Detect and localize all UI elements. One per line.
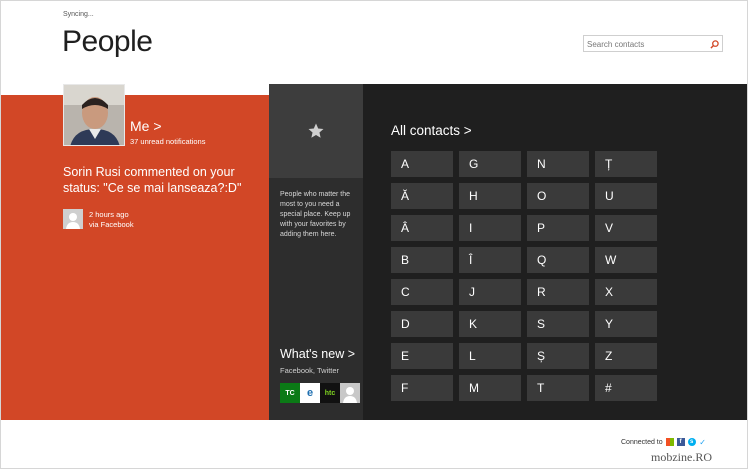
chevron-right-icon: > bbox=[347, 347, 356, 361]
alphabet-tile[interactable]: Ț bbox=[595, 151, 657, 177]
me-panel[interactable]: Me > 37 unread notifications Sorin Rusi … bbox=[1, 84, 269, 420]
facebook-icon[interactable]: f bbox=[676, 438, 685, 446]
alphabet-tile[interactable]: H bbox=[459, 183, 521, 209]
whats-new-icons: TC e htc bbox=[280, 383, 360, 403]
avatar[interactable] bbox=[63, 84, 125, 146]
favorites-panel: People who matter the most to you need a… bbox=[269, 84, 363, 420]
search-box[interactable] bbox=[583, 35, 723, 52]
me-link[interactable]: Me > bbox=[130, 118, 162, 134]
chevron-right-icon: > bbox=[463, 123, 472, 138]
alphabet-tile[interactable]: N bbox=[527, 151, 589, 177]
alphabet-tile[interactable]: Z bbox=[595, 343, 657, 369]
alphabet-tile[interactable]: R bbox=[527, 279, 589, 305]
search-icon bbox=[709, 39, 719, 49]
profile-photo bbox=[64, 85, 124, 145]
whats-new-label: What's new bbox=[280, 347, 345, 361]
alphabet-tile[interactable]: Ă bbox=[391, 183, 453, 209]
me-label: Me bbox=[130, 118, 150, 134]
alphabet-tile[interactable]: Q bbox=[527, 247, 589, 273]
alphabet-tile[interactable]: B bbox=[391, 247, 453, 273]
skype-icon[interactable]: s bbox=[687, 438, 696, 446]
alphabet-tile[interactable]: T bbox=[527, 375, 589, 401]
alphabet-tile[interactable]: Ș bbox=[527, 343, 589, 369]
alphabet-tile[interactable]: J bbox=[459, 279, 521, 305]
whats-new-link[interactable]: What's new > bbox=[280, 347, 355, 361]
twitter-icon[interactable]: ✓ bbox=[698, 438, 707, 447]
alphabet-tile[interactable]: I bbox=[459, 215, 521, 241]
activity-text[interactable]: Sorin Rusi commented on your status: "Ce… bbox=[63, 164, 259, 196]
alphabet-tile[interactable]: Â bbox=[391, 215, 453, 241]
alphabet-tile[interactable]: D bbox=[391, 311, 453, 337]
alphabet-tile[interactable]: O bbox=[527, 183, 589, 209]
search-button[interactable] bbox=[708, 38, 720, 50]
alphabet-tile[interactable]: U bbox=[595, 183, 657, 209]
alphabet-tile[interactable]: A bbox=[391, 151, 453, 177]
alphabet-tile[interactable]: W bbox=[595, 247, 657, 273]
alphabet-tile[interactable]: V bbox=[595, 215, 657, 241]
activity-source: via Facebook bbox=[89, 220, 134, 229]
alphabet-tile[interactable]: S bbox=[527, 311, 589, 337]
alphabet-tile[interactable]: C bbox=[391, 279, 453, 305]
windows-icon[interactable] bbox=[665, 438, 674, 446]
alphabet-grid: A Ă Â B C D E F G H I Î J K L M N O P Q R S Ș T Ț U V W X Y Z # bbox=[391, 151, 657, 401]
htc-icon[interactable]: htc bbox=[320, 383, 340, 403]
person-placeholder-icon[interactable] bbox=[340, 383, 360, 403]
alphabet-tile[interactable]: X bbox=[595, 279, 657, 305]
notification-count: 37 unread notifications bbox=[130, 137, 206, 146]
person-placeholder-icon bbox=[63, 209, 83, 229]
alphabet-tile[interactable]: F bbox=[391, 375, 453, 401]
person-silhouette-icon bbox=[343, 387, 357, 403]
page-title: People bbox=[62, 25, 153, 58]
all-contacts-link[interactable]: All contacts > bbox=[391, 123, 472, 138]
sync-status: Syncing... bbox=[63, 11, 94, 18]
connected-services: Connected to f s ✓ bbox=[621, 438, 707, 447]
whats-new-sources: Facebook, Twitter bbox=[280, 366, 340, 375]
activity-time: 2 hours ago bbox=[89, 210, 129, 219]
all-contacts-label: All contacts bbox=[391, 123, 461, 138]
favorites-tile[interactable] bbox=[269, 84, 363, 178]
e-logo-icon[interactable]: e bbox=[300, 383, 320, 403]
alphabet-tile[interactable]: P bbox=[527, 215, 589, 241]
watermark: mobzine.RO bbox=[651, 450, 712, 464]
search-input[interactable] bbox=[587, 38, 705, 50]
contacts-panel: All contacts > AĂÂBCDEF GHIÎJKLM NOPQRSȘT Ț… bbox=[363, 84, 747, 420]
star-icon bbox=[308, 123, 324, 138]
alphabet-tile[interactable]: Y bbox=[595, 311, 657, 337]
alphabet-tile[interactable]: G bbox=[459, 151, 521, 177]
alphabet-tile[interactable]: # bbox=[595, 375, 657, 401]
favorites-description: People who matter the most to you need a… bbox=[280, 191, 351, 238]
activity-avatar[interactable] bbox=[63, 209, 83, 229]
people-app: Syncing... People Me > 37 unread bbox=[0, 0, 748, 469]
techcrunch-icon[interactable]: TC bbox=[280, 383, 300, 403]
alphabet-tile[interactable]: M bbox=[459, 375, 521, 401]
alphabet-tile[interactable]: L bbox=[459, 343, 521, 369]
alphabet-tile[interactable]: K bbox=[459, 311, 521, 337]
alphabet-tile[interactable]: E bbox=[391, 343, 453, 369]
chevron-right-icon: > bbox=[153, 118, 162, 134]
connected-label: Connected to bbox=[621, 438, 663, 446]
alphabet-tile[interactable]: Î bbox=[459, 247, 521, 273]
